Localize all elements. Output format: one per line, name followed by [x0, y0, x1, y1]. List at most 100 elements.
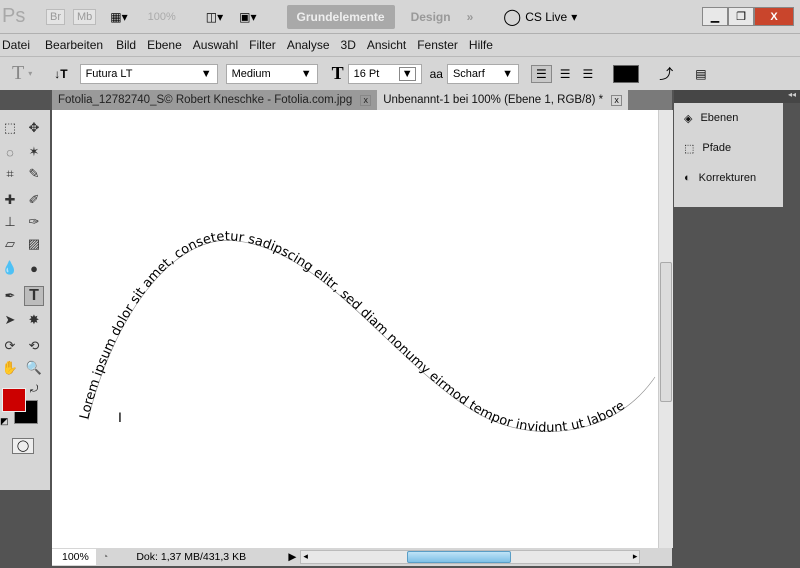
default-colors-icon[interactable]: ◩	[0, 416, 9, 427]
toggle-text-orientation-icon[interactable]: ↓T	[54, 67, 67, 81]
options-bar: T ▾ ↓T Futura LT ▼ Medium ▼ T 16 Pt ▼ aa Sch…	[0, 56, 800, 90]
minibridge-button[interactable]: Mb	[73, 8, 97, 25]
panel-pfade[interactable]: ⬚ Pfade	[674, 133, 783, 163]
custom-shape-icon[interactable]: ✸	[24, 310, 44, 330]
marquee-tool-icon[interactable]: ⬚	[0, 118, 20, 138]
stamp-tool-icon[interactable]: ⊥	[0, 212, 20, 232]
warp-text-icon[interactable]: ⤴	[659, 64, 673, 84]
menu-hilfe[interactable]: Hilfe	[469, 38, 500, 52]
vertical-scrollbar[interactable]	[658, 110, 673, 548]
path-selection-icon[interactable]: ➤	[0, 310, 20, 330]
close-tab-icon[interactable]: x	[611, 94, 623, 106]
menu-bar: Datei Bearbeiten Bild Ebene Auswahl Filt…	[0, 34, 800, 56]
document-tabs: Fotolia_12782740_S© Robert Kneschke - Fo…	[52, 90, 672, 110]
font-size-value: 16 Pt	[353, 67, 380, 80]
healing-brush-icon[interactable]: ✚	[0, 190, 20, 210]
workspace-design[interactable]: Design	[411, 10, 451, 24]
paths-icon: ⬚	[684, 142, 695, 155]
crop-tool-icon[interactable]: ⌗	[0, 164, 20, 184]
text-on-path: Lorem ipsum dolor sit amet, consetetur s…	[77, 229, 656, 436]
tab-fotolia[interactable]: Fotolia_12782740_S© Robert Kneschke - Fo…	[52, 90, 378, 110]
font-size-icon: T	[331, 63, 344, 83]
font-size-dropdown[interactable]: 16 Pt ▼	[347, 63, 422, 84]
magic-wand-icon[interactable]: ✶	[24, 142, 44, 162]
cs-live-label: CS Live	[525, 9, 568, 24]
status-bar: 100% ◔ Dok: 1,37 MB/431,3 KB ▶ ◂ ▸	[52, 548, 672, 566]
font-style-dropdown[interactable]: Medium ▼	[225, 63, 318, 84]
restore-button[interactable]: ❐	[728, 7, 754, 26]
swap-colors-icon[interactable]: ⤾	[30, 384, 38, 395]
document-canvas[interactable]: Lorem ipsum dolor sit amet, consetetur s…	[52, 110, 658, 548]
menu-datei[interactable]: Datei	[2, 38, 37, 52]
hand-tool-icon[interactable]: ✋	[0, 358, 20, 378]
gradient-tool-icon[interactable]: ▨	[24, 234, 44, 254]
tab-unbenannt[interactable]: Unbenannt-1 bei 100% (Ebene 1, RGB/8) * x	[377, 90, 629, 110]
font-family-value: Futura LT	[85, 67, 133, 80]
workspace-grundelemente[interactable]: Grundelemente	[286, 4, 395, 29]
horizontal-scroll-thumb[interactable]	[407, 551, 512, 563]
antialias-icon: aa	[429, 66, 443, 81]
menu-3d[interactable]: 3D	[341, 38, 363, 52]
align-right-icon[interactable]: ☰	[582, 67, 593, 81]
status-menu-arrow[interactable]: ▶	[288, 551, 296, 563]
menu-auswahl[interactable]: Auswahl	[193, 38, 245, 52]
antialias-value: Scharf	[452, 67, 485, 80]
close-button[interactable]: X	[754, 7, 794, 26]
more-workspaces-button[interactable]: »	[467, 10, 474, 24]
panel-label: Pfade	[702, 142, 732, 154]
menu-ansicht[interactable]: Ansicht	[367, 38, 413, 52]
screen-mode-icon[interactable]: ▣▾	[239, 10, 256, 24]
panel-korrekturen[interactable]: ◐ Korrekturen	[674, 163, 783, 193]
align-left-icon[interactable]: ☰	[530, 64, 552, 83]
doc-size: Dok: 1,37 MB/431,3 KB	[136, 551, 247, 563]
move-tool-icon[interactable]: ✥	[24, 118, 44, 138]
zoom-tool-icon[interactable]: 🔍	[24, 358, 44, 378]
close-tab-icon[interactable]: x	[360, 94, 372, 106]
view-extras-icon[interactable]: ▦▾	[110, 10, 127, 24]
panel-label: Korrekturen	[698, 172, 757, 184]
antialias-dropdown[interactable]: Scharf ▼	[446, 63, 519, 84]
tools-panel: ⬚ ✥ ◌ ✶ ⌗ ✎ ✚ ✐ ⊥ ✑ ▱ ▨ 💧 ● ✒ T ➤ ✸ ⟳ ⟲ …	[0, 110, 50, 490]
zoom-level-dropdown[interactable]: 100%	[148, 11, 176, 23]
3d-orbit-icon[interactable]: ⟲	[24, 336, 44, 356]
dodge-tool-icon[interactable]: ●	[24, 258, 44, 278]
adjustments-icon: ◐	[684, 172, 691, 184]
type-tool-icon[interactable]: T	[24, 286, 44, 306]
tab-label: Fotolia_12782740_S© Robert Kneschke - Fo…	[58, 94, 353, 106]
menu-bearbeiten[interactable]: Bearbeiten	[45, 38, 110, 52]
status-icon[interactable]: ◔	[102, 551, 108, 563]
panel-dock: ◈ Ebenen ⬚ Pfade ◐ Korrekturen	[674, 103, 783, 207]
cs-live-button[interactable]: ◯ CS Live ▾	[503, 7, 577, 27]
menu-bild[interactable]: Bild	[116, 38, 143, 52]
menu-filter[interactable]: Filter	[249, 38, 283, 52]
lasso-tool-icon[interactable]: ◌	[0, 142, 20, 162]
arrange-documents-icon[interactable]: ◫▾	[206, 10, 223, 24]
eyedropper-icon[interactable]: ✎	[24, 164, 44, 184]
minimize-button[interactable]: ▁	[702, 7, 728, 26]
menu-analyse[interactable]: Analyse	[287, 38, 337, 52]
menu-fenster[interactable]: Fenster	[417, 38, 465, 52]
foreground-color-swatch[interactable]	[2, 388, 26, 412]
panel-label: Ebenen	[700, 112, 739, 124]
3d-rotate-icon[interactable]: ⟳	[0, 336, 20, 356]
type-tool-preset-icon[interactable]: T	[12, 62, 24, 85]
quick-mask-icon[interactable]: ◯	[12, 438, 34, 454]
font-family-dropdown[interactable]: Futura LT ▼	[79, 63, 218, 84]
vertical-scroll-thumb[interactable]	[660, 262, 672, 402]
zoom-field[interactable]: 100%	[52, 549, 96, 565]
pen-tool-icon[interactable]: ✒	[0, 286, 20, 306]
layers-icon: ◈	[684, 112, 693, 125]
bridge-button[interactable]: Br	[46, 8, 65, 25]
panel-collapse-bar[interactable]: ◂◂	[674, 90, 800, 103]
history-brush-icon[interactable]: ✑	[24, 212, 44, 232]
character-panel-icon[interactable]: ▤	[695, 67, 706, 81]
eraser-tool-icon[interactable]: ▱	[0, 234, 20, 254]
menu-ebene[interactable]: Ebene	[147, 38, 189, 52]
ps-logo: Ps	[2, 5, 26, 27]
blur-tool-icon[interactable]: 💧	[0, 258, 20, 278]
text-color-swatch[interactable]	[613, 64, 640, 83]
panel-ebenen[interactable]: ◈ Ebenen	[674, 103, 783, 133]
horizontal-scrollbar[interactable]: ◂ ▸	[300, 550, 641, 564]
brush-tool-icon[interactable]: ✐	[24, 190, 44, 210]
align-center-icon[interactable]: ☰	[560, 67, 571, 81]
